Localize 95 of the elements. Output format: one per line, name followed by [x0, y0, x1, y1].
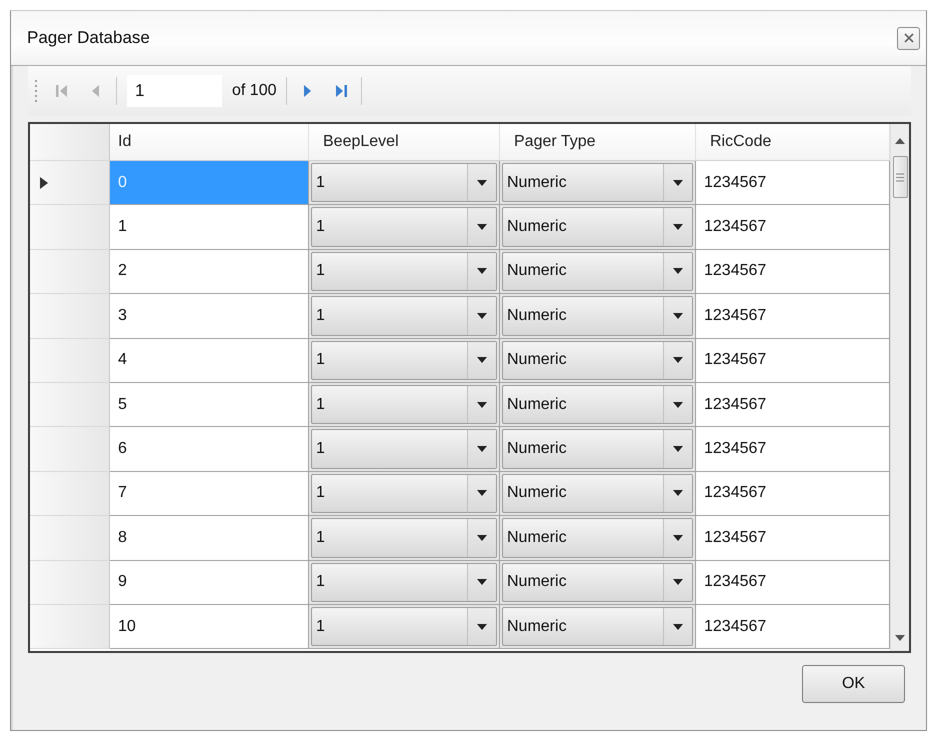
dropdown-field[interactable]: Numeric	[502, 429, 693, 469]
caret-icon	[673, 268, 683, 274]
row-header[interactable]	[30, 250, 110, 294]
dropdown-field[interactable]: Numeric	[502, 163, 693, 202]
caret-icon	[673, 490, 683, 496]
table-cell: 6	[110, 427, 309, 472]
record-count-label: of 100	[232, 82, 276, 100]
table-cell: 0	[110, 161, 309, 206]
dropdown-field[interactable]: Numeric	[502, 562, 693, 602]
table-cell: 3	[110, 294, 309, 339]
caret-icon	[477, 579, 487, 586]
table-cell: 2	[110, 250, 309, 294]
caret-icon	[673, 224, 683, 230]
close-button[interactable]	[897, 26, 920, 50]
row-header[interactable]	[30, 205, 110, 250]
row-header[interactable]	[30, 560, 110, 605]
close-icon	[904, 33, 914, 43]
dropdown-field[interactable]: 1	[311, 606, 497, 646]
caret-icon	[477, 534, 487, 541]
scroll-down-icon[interactable]	[895, 635, 905, 641]
caret-icon	[673, 534, 683, 541]
dropdown-field[interactable]: Numeric	[502, 296, 693, 336]
dropdown-field[interactable]: 1	[311, 518, 497, 558]
caret-icon	[477, 624, 487, 630]
dropdown-field[interactable]: 1	[311, 296, 497, 336]
row-header[interactable]	[30, 604, 110, 650]
column-header[interactable]: Pager Type	[500, 124, 696, 161]
grip-icon	[34, 80, 38, 102]
table-cell: 1	[110, 205, 309, 250]
row-header[interactable]	[30, 338, 110, 383]
caret-icon	[477, 268, 487, 274]
table-cell: 1234567	[696, 560, 890, 605]
caret-icon	[477, 446, 487, 452]
dropdown-field[interactable]: 1	[311, 340, 497, 380]
table-cell: 4	[110, 338, 309, 383]
column-header[interactable]: RicCode	[696, 124, 890, 161]
table-cell: 10	[110, 604, 309, 650]
row-header[interactable]	[30, 516, 110, 561]
caret-icon	[673, 357, 683, 364]
skip-first-icon	[54, 83, 70, 99]
position-field[interactable]: 1	[127, 75, 222, 107]
caret-icon	[477, 180, 487, 186]
table-cell: 7	[110, 472, 309, 516]
dropdown-field[interactable]: Numeric	[502, 606, 693, 646]
grip-lines-icon	[896, 172, 904, 182]
caret-icon	[673, 402, 683, 408]
row-header[interactable]	[30, 427, 110, 472]
dropdown-field[interactable]: Numeric	[502, 340, 693, 380]
dropdown-field[interactable]: Numeric	[502, 474, 693, 514]
dropdown-field[interactable]: Numeric	[502, 518, 693, 558]
row-header[interactable]	[30, 472, 110, 516]
skip-last-icon	[333, 83, 350, 99]
dropdown-field[interactable]: 1	[311, 474, 497, 514]
vertical-scrollbar[interactable]	[890, 124, 909, 651]
table-cell: 1234567	[696, 294, 890, 339]
dropdown-field[interactable]: 1	[311, 562, 497, 602]
dropdown-field[interactable]: Numeric	[502, 252, 693, 292]
caret-icon	[477, 490, 487, 496]
dropdown-field[interactable]: Numeric	[502, 384, 693, 424]
table-cell: 1234567	[696, 382, 890, 428]
caret-icon	[673, 180, 683, 186]
table-cell: 5	[110, 382, 309, 428]
scroll-thumb[interactable]	[892, 156, 908, 198]
row-header[interactable]	[30, 382, 110, 428]
table-cell: 1234567	[696, 516, 890, 561]
caret-icon	[673, 312, 683, 319]
caret-icon	[477, 312, 487, 319]
dropdown-field[interactable]: 1	[311, 429, 497, 469]
table-cell: 1234567	[696, 472, 890, 516]
caret-icon	[477, 224, 487, 230]
dropdown-field[interactable]: 1	[311, 252, 497, 292]
row-header[interactable]	[30, 161, 110, 206]
caret-icon	[673, 624, 683, 630]
window-title: Pager Database	[27, 28, 150, 48]
ok-button[interactable]: OK	[802, 665, 905, 703]
table-cell: 1234567	[696, 604, 890, 650]
table-cell: 1234567	[696, 338, 890, 383]
table-cell: 1234567	[696, 427, 890, 472]
column-header[interactable]: BeepLevel	[309, 124, 500, 161]
dropdown-field[interactable]: Numeric	[502, 207, 693, 247]
dropdown-field[interactable]: 1	[311, 384, 497, 424]
dropdown-field[interactable]: 1	[311, 207, 497, 247]
caret-icon	[477, 402, 487, 408]
dropdown-field[interactable]: 1	[311, 163, 497, 202]
table-cell: 1234567	[696, 205, 890, 250]
caret-icon	[673, 446, 683, 452]
caret-icon	[477, 357, 487, 364]
table-cell: 1234567	[696, 250, 890, 294]
row-header[interactable]	[30, 294, 110, 339]
scroll-up-icon[interactable]	[895, 138, 905, 144]
table-cell: 8	[110, 516, 309, 561]
table-cell: 1234567	[696, 161, 890, 206]
column-header[interactable]: Id	[110, 124, 309, 161]
table-cell: 9	[110, 560, 309, 605]
caret-icon	[673, 579, 683, 586]
